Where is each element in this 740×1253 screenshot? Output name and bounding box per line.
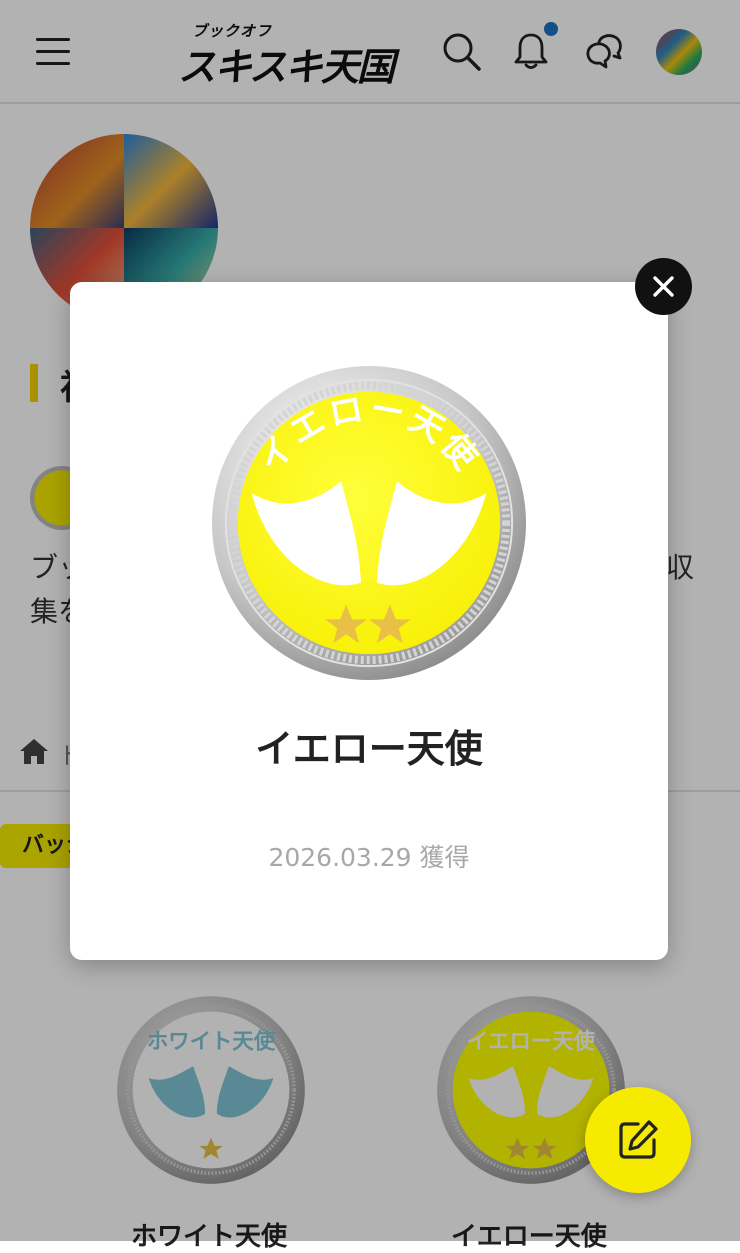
compose-button[interactable]	[585, 1087, 691, 1193]
badge-modal: イエロー天使 イエロー天使 2026.03.29 獲得	[70, 282, 668, 960]
modal-badge-title: イエロー天使	[255, 727, 483, 771]
close-button[interactable]	[635, 258, 692, 315]
close-icon	[653, 276, 674, 297]
modal-badge-image: イエロー天使	[210, 364, 528, 682]
edit-icon	[619, 1120, 658, 1159]
modal-acquired-date: 2026.03.29 獲得	[268, 843, 470, 872]
